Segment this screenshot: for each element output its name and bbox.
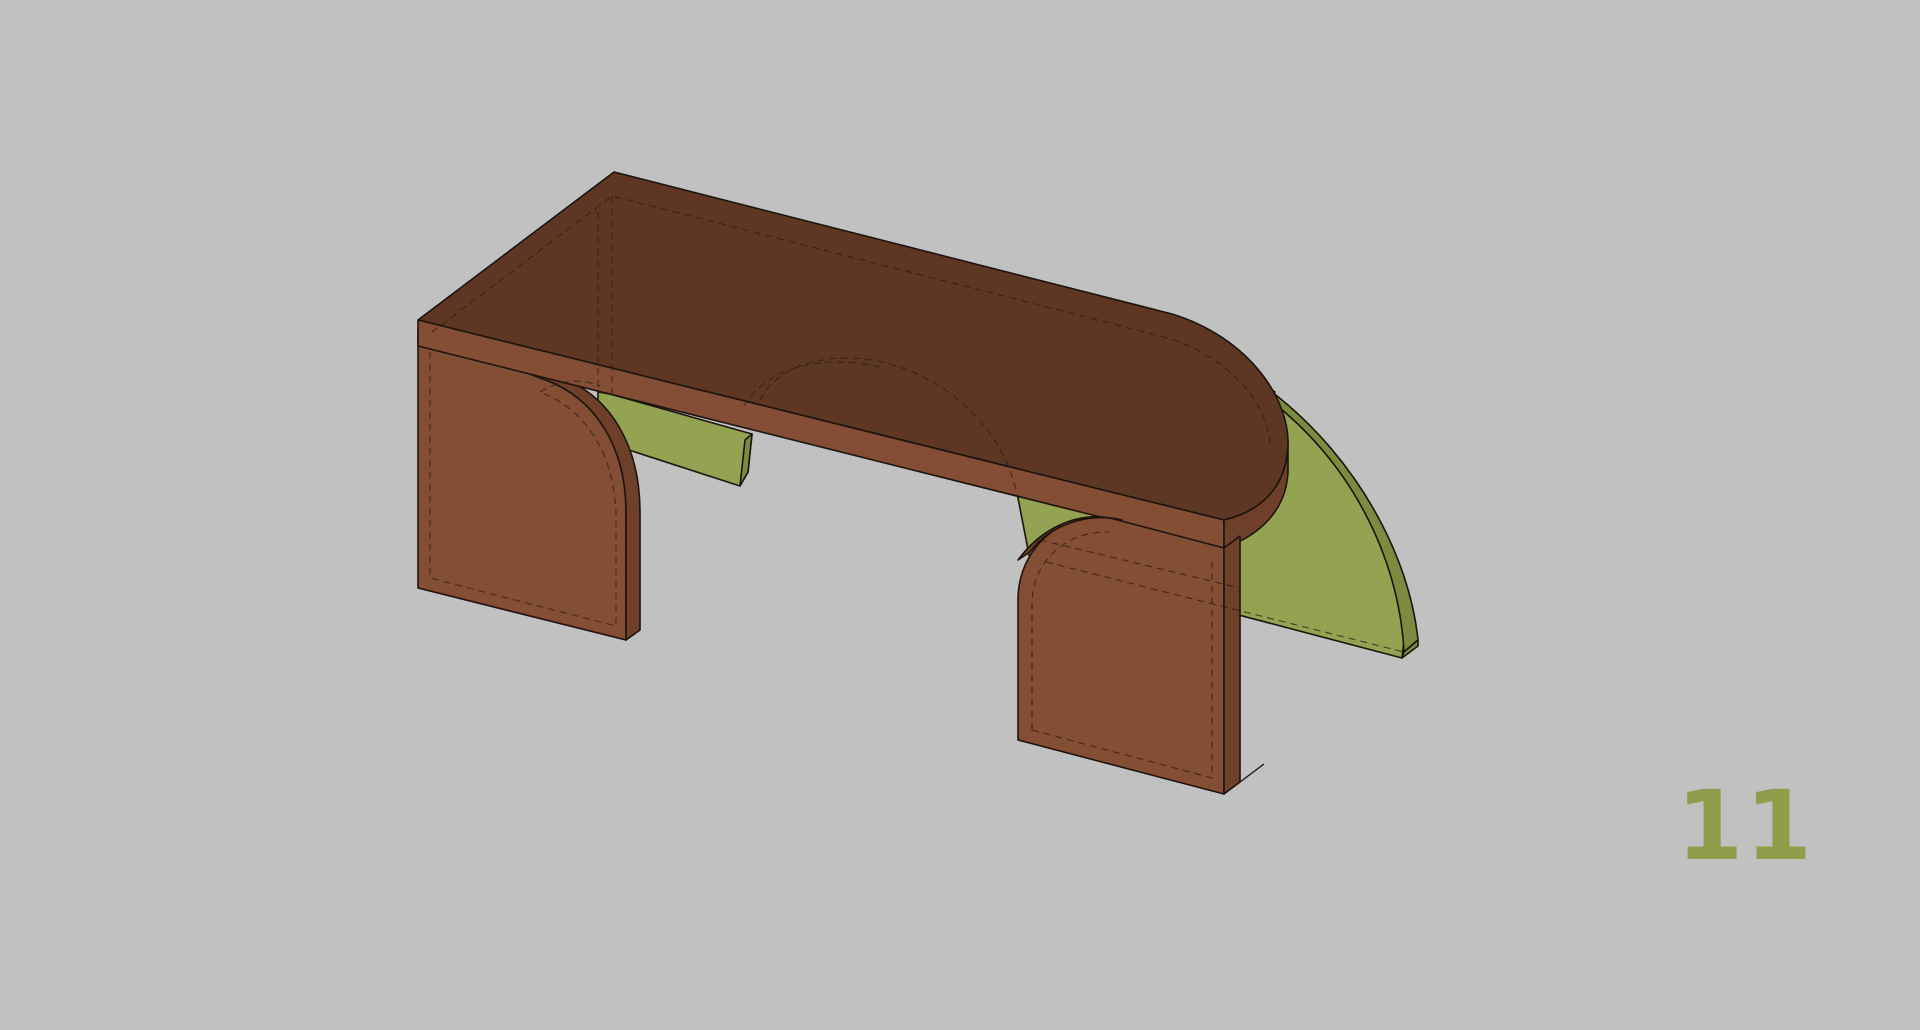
step-number: 11 [1676, 770, 1814, 882]
right-leg-side-edge [1223, 535, 1241, 795]
floor-reference-line [1239, 763, 1265, 783]
assembly-illustration [417, 171, 1419, 795]
right-leg-face [1017, 516, 1225, 795]
